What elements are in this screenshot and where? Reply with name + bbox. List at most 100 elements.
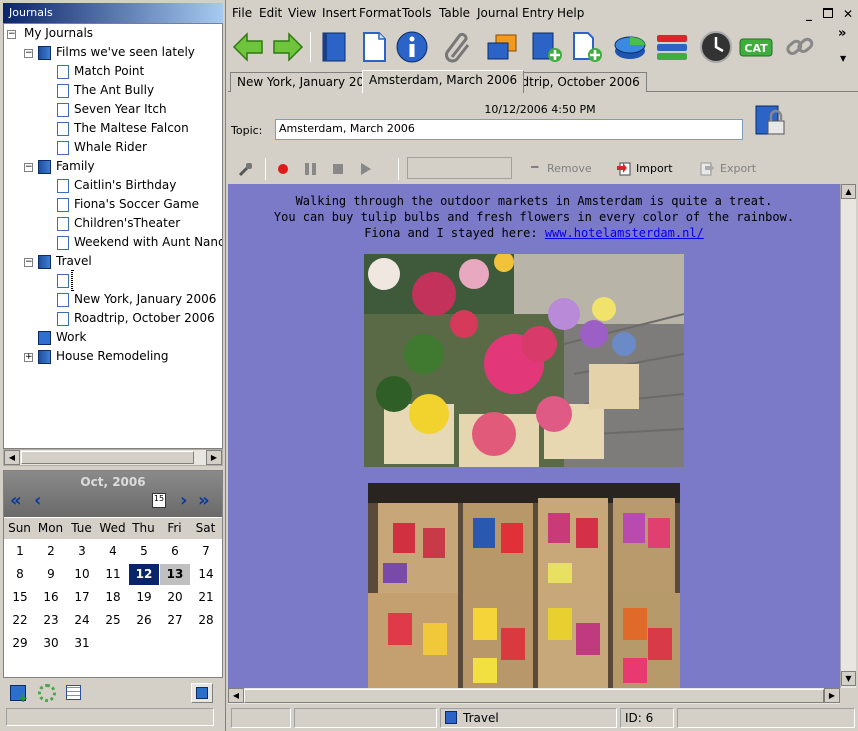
today-calendar-icon[interactable]: 15 (152, 493, 166, 508)
calendar-day[interactable]: 29 (5, 633, 35, 654)
import-icon[interactable] (616, 160, 632, 176)
calendar-day[interactable]: 16 (36, 587, 66, 608)
calendar-day[interactable]: 24 (67, 610, 97, 631)
collapse-icon[interactable]: − (24, 49, 33, 58)
copy-entry-icon[interactable] (484, 29, 520, 65)
journal-tree[interactable]: − My Journals − Films we've seen lately … (3, 23, 223, 449)
calendar-day[interactable]: 10 (67, 564, 97, 585)
calendar-day[interactable]: 5 (129, 541, 159, 562)
expand-icon[interactable]: + (24, 353, 33, 362)
calendar-day[interactable]: 21 (191, 587, 221, 608)
next-month-icon[interactable]: › (180, 491, 187, 511)
collapse-icon[interactable]: − (7, 30, 16, 39)
menu-help[interactable]: Help (557, 6, 584, 20)
calendar-day[interactable]: 3 (67, 541, 97, 562)
remove-button[interactable]: Remove (547, 162, 592, 175)
calendar-day[interactable]: 1 (5, 541, 35, 562)
scroll-up-icon[interactable]: ▲ (841, 184, 856, 199)
view-toggle-button[interactable] (191, 683, 213, 703)
maximize-icon[interactable] (823, 8, 833, 18)
menu-edit[interactable]: Edit (259, 6, 282, 20)
calendar-day[interactable]: 15 (5, 587, 35, 608)
menu-view[interactable]: View (288, 6, 316, 20)
calendar-day[interactable]: 30 (36, 633, 66, 654)
calendar-day[interactable]: 7 (191, 541, 221, 562)
calendar-day[interactable]: 22 (5, 610, 35, 631)
toolbar-dropdown-icon[interactable]: ▼ (840, 54, 846, 63)
record-icon[interactable] (278, 164, 288, 174)
collapse-icon[interactable]: − (24, 258, 33, 267)
back-arrow-icon[interactable] (230, 29, 266, 65)
hotel-link[interactable]: www.hotelamsterdam.nl/ (545, 226, 704, 240)
lock-entry-icon[interactable] (754, 104, 788, 138)
scroll-left-icon[interactable]: ◀ (4, 450, 20, 465)
next-year-icon[interactable]: » (198, 491, 210, 511)
entry-text[interactable]: Walking through the outdoor markets in A… (228, 193, 840, 241)
calendar-grid-icon[interactable] (66, 685, 81, 700)
menu-file[interactable]: File (232, 6, 252, 20)
play-icon[interactable] (361, 163, 371, 175)
editor-vertical-scrollbar[interactable]: ▲ ▼ (840, 184, 856, 688)
info-icon[interactable] (394, 29, 430, 65)
close-icon[interactable]: ✕ (843, 7, 853, 21)
editor-horizontal-scrollbar[interactable]: ◀ ▶ (228, 688, 840, 704)
calendar-day[interactable]: 8 (5, 564, 35, 585)
menu-table[interactable]: Table (439, 6, 470, 20)
menu-tools[interactable]: Tools (402, 6, 432, 20)
new-entry-icon[interactable] (568, 29, 604, 65)
categories-icon[interactable] (654, 29, 690, 65)
calendar-day-today[interactable]: 13 (160, 564, 190, 585)
calendar-day[interactable]: 25 (98, 610, 128, 631)
toolbar-overflow-icon[interactable]: » (838, 26, 846, 41)
menu-format[interactable]: Format (359, 6, 401, 20)
scroll-left-icon[interactable]: ◀ (228, 688, 244, 703)
scroll-right-icon[interactable]: ▶ (206, 450, 222, 465)
cat-icon[interactable]: CAT (738, 29, 774, 65)
scroll-thumb[interactable] (21, 451, 194, 464)
menu-journal[interactable]: Journal (477, 6, 519, 20)
collapse-icon[interactable]: − (24, 163, 33, 172)
calendar-day[interactable]: 19 (129, 587, 159, 608)
clock-icon[interactable] (698, 29, 734, 65)
microphone-icon[interactable] (238, 161, 254, 177)
export-icon[interactable] (699, 160, 715, 176)
minimize-icon[interactable]: _ (806, 7, 812, 21)
new-journal-icon[interactable] (528, 29, 564, 65)
calendar-day[interactable]: 11 (98, 564, 128, 585)
import-button[interactable]: Import (636, 162, 673, 175)
scroll-right-icon[interactable]: ▶ (824, 688, 840, 703)
new-journal-icon[interactable]: + (10, 685, 28, 704)
prev-year-icon[interactable]: « (10, 491, 22, 511)
scroll-thumb[interactable] (244, 689, 824, 703)
calendar-day[interactable]: 14 (191, 564, 221, 585)
calendar-day[interactable]: 6 (160, 541, 190, 562)
calendar-day[interactable]: 27 (160, 610, 190, 631)
export-button[interactable]: Export (720, 162, 756, 175)
prev-month-icon[interactable]: ‹ (34, 491, 41, 511)
calendar-day[interactable]: 17 (67, 587, 97, 608)
calendar-day-selected[interactable]: 12 (129, 564, 159, 585)
calendar-day[interactable]: 20 (160, 587, 190, 608)
stop-icon[interactable] (333, 164, 343, 174)
calendar-day[interactable]: 9 (36, 564, 66, 585)
topic-input[interactable]: Amsterdam, March 2006 (275, 119, 743, 140)
calendar-day[interactable]: 31 (67, 633, 97, 654)
forward-arrow-icon[interactable] (270, 29, 306, 65)
settings-gear-icon[interactable] (38, 684, 56, 702)
tab-amsterdam[interactable]: Amsterdam, March 2006 (362, 70, 525, 93)
entry-editor[interactable]: Walking through the outdoor markets in A… (228, 184, 840, 688)
tree-horizontal-scrollbar[interactable]: ◀ ▶ (3, 449, 223, 466)
calendar-day[interactable]: 4 (98, 541, 128, 562)
attachment-paperclip-icon[interactable] (440, 29, 476, 65)
journal-book-icon[interactable] (316, 29, 352, 65)
link-chain-icon[interactable] (782, 29, 818, 65)
calendar-day[interactable]: 26 (129, 610, 159, 631)
menu-entry[interactable]: Entry (522, 6, 554, 20)
calendar-day[interactable]: 2 (36, 541, 66, 562)
calendar-day[interactable]: 18 (98, 587, 128, 608)
menu-insert[interactable]: Insert (322, 6, 356, 20)
pause-icon[interactable] (305, 163, 316, 175)
database-icon[interactable] (612, 29, 648, 65)
calendar-day[interactable]: 23 (36, 610, 66, 631)
new-page-icon[interactable] (356, 29, 392, 65)
